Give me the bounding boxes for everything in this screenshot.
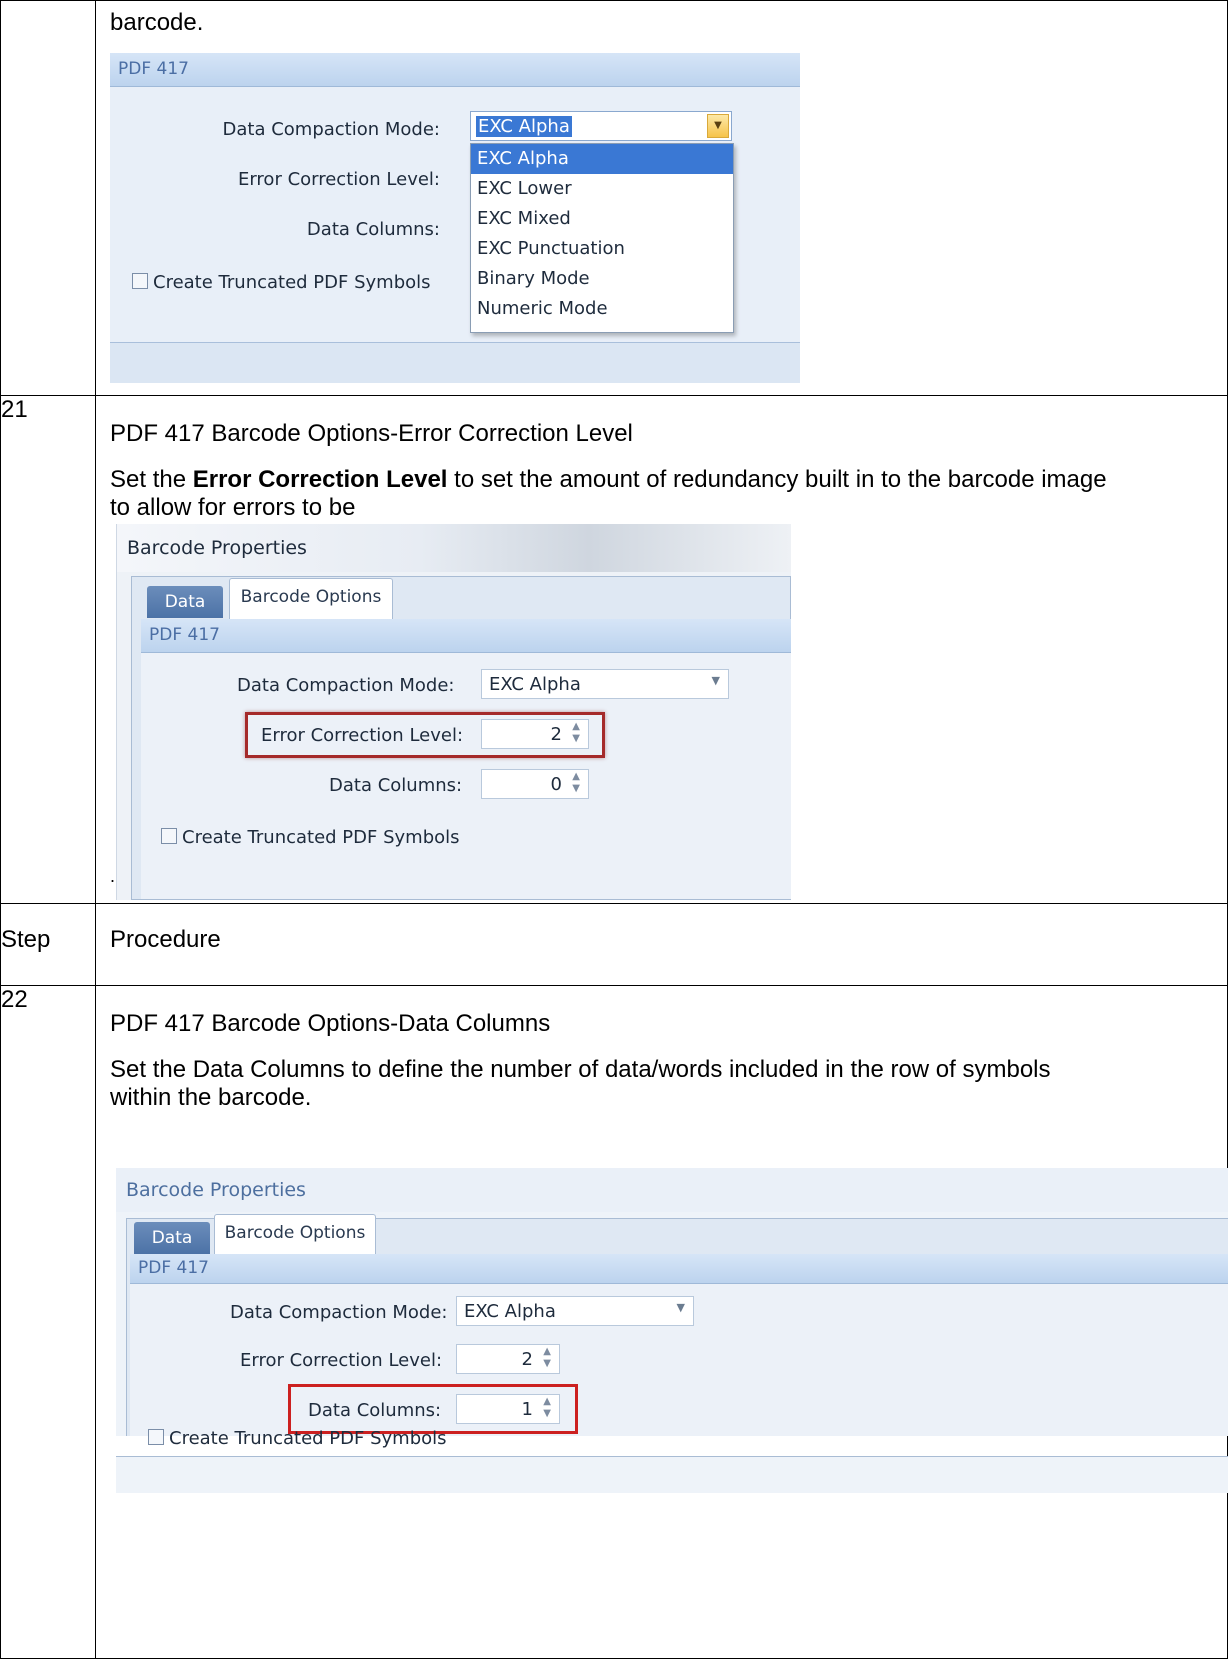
procedure-table: barcode. PDF 417 Data Compaction Mode: E… (0, 0, 1228, 1659)
combo-value: EXC Alpha (476, 116, 572, 137)
dropdown-option[interactable]: Numeric Mode (471, 294, 733, 324)
window-title: Barcode Properties (117, 524, 791, 572)
stray-dot: . (110, 866, 116, 886)
dropdown-option[interactable]: Binary Mode (471, 264, 733, 294)
dropdown-option[interactable]: EXC Mixed (471, 204, 733, 234)
data-compaction-combo[interactable]: EXC Alpha ▼ (456, 1296, 694, 1326)
group-header: PDF 417 (141, 619, 791, 653)
step-title: PDF 417 Barcode Options-Error Correction… (110, 420, 633, 447)
pdf417-options-screenshot: PDF 417 Data Compaction Mode: EXC Alpha … (110, 53, 800, 383)
procedure-cell: PDF 417 Barcode Options-Error Correction… (95, 395, 1228, 904)
spinner-arrows-icon[interactable]: ▲ ▼ (543, 1346, 551, 1370)
error-correction-label: Error Correction Level: (237, 169, 440, 190)
data-columns-label: Data Columns: (306, 219, 440, 240)
table-header-row: Step Procedure (0, 903, 1228, 986)
step-description: Set the Error Correction Level to set th… (110, 466, 1110, 522)
data-compaction-combo[interactable]: EXC Alpha ▼ (470, 111, 732, 141)
tab-content: PDF 417 Data Compaction Mode: EXC Alpha … (141, 619, 791, 899)
spinner-value: 0 (550, 774, 562, 795)
step-header: Step (0, 903, 96, 986)
chevron-down-icon[interactable]: ▼ (712, 674, 720, 687)
checkbox-icon[interactable] (161, 828, 177, 844)
dropdown-option[interactable]: EXC Alpha (471, 144, 733, 174)
data-compaction-label: Data Compaction Mode: (230, 1302, 448, 1323)
error-correction-label: Error Correction Level: (240, 1350, 443, 1371)
step-description: Set the Data Columns to define the numbe… (110, 1056, 1051, 1111)
data-columns-label: Data Columns: (329, 775, 463, 796)
procedure-header-cell: Procedure (95, 903, 1228, 986)
truncated-checkbox[interactable]: Create Truncated PDF Symbols (161, 827, 460, 848)
truncated-checkbox[interactable]: Create Truncated PDF Symbols (148, 1428, 447, 1449)
chevron-down-icon[interactable]: ▼ (677, 1301, 685, 1314)
tab-data[interactable]: Data (147, 586, 223, 618)
dropdown-option[interactable]: EXC Punctuation (471, 234, 733, 264)
tab-barcode-options[interactable]: Barcode Options (229, 578, 393, 619)
procedure-cell: barcode. PDF 417 Data Compaction Mode: E… (95, 0, 1228, 396)
spinner-arrows-icon[interactable]: ▲ ▼ (572, 771, 580, 795)
data-columns-spinner[interactable]: 0 ▲ ▼ (481, 769, 589, 799)
tab-data[interactable]: Data (134, 1222, 210, 1254)
group-header: PDF 417 (110, 53, 800, 87)
procedure-header: Procedure (110, 926, 221, 953)
step-cell (0, 0, 96, 396)
window-title: Barcode Properties (116, 1168, 1228, 1212)
step-number: 21 (0, 395, 96, 904)
dropdown-arrow-icon[interactable]: ▼ (707, 114, 729, 138)
tab-content: PDF 417 Data Compaction Mode: EXC Alpha … (130, 1254, 1228, 1436)
data-compaction-combo[interactable]: EXC Alpha ▼ (481, 669, 729, 699)
error-correction-spinner[interactable]: 2 ▲ ▼ (456, 1344, 560, 1374)
truncated-label: Create Truncated PDF Symbols (153, 272, 431, 293)
step-title: PDF 417 Barcode Options-Data Columns (110, 1010, 551, 1037)
truncated-label: Create Truncated PDF Symbols (182, 827, 460, 848)
highlight-box (245, 712, 605, 758)
table-row: barcode. PDF 417 Data Compaction Mode: E… (0, 0, 1228, 396)
table-row: 21 PDF 417 Barcode Options-Error Correct… (0, 395, 1228, 904)
panel-footer (116, 1456, 1228, 1493)
table-row: 22 PDF 417 Barcode Options-Data Columns … (0, 985, 1228, 1659)
combo-value: EXC Alpha (464, 1301, 556, 1322)
dropdown-list[interactable]: EXC Alpha EXC Lower EXC Mixed EXC Punctuati… (470, 143, 734, 333)
tab-barcode-options[interactable]: Barcode Options (214, 1214, 376, 1255)
barcode-properties-screenshot: Barcode Properties Data Barcode Options … (116, 1168, 1228, 1436)
desc-text: Set the (110, 466, 193, 493)
truncated-label: Create Truncated PDF Symbols (169, 1428, 447, 1449)
checkbox-icon[interactable] (132, 273, 148, 289)
procedure-cell: PDF 417 Barcode Options-Data Columns Set… (95, 985, 1228, 1659)
desc-bold: Error Correction Level (192, 466, 448, 493)
truncated-checkbox[interactable]: Create Truncated PDF Symbols (132, 272, 431, 293)
group-header: PDF 417 (130, 1254, 1228, 1284)
data-compaction-label: Data Compaction Mode: (237, 675, 455, 696)
continuation-text: barcode. (110, 9, 204, 36)
data-compaction-label: Data Compaction Mode: (222, 119, 440, 140)
dropdown-option[interactable]: EXC Lower (471, 174, 733, 204)
barcode-properties-screenshot: Barcode Properties Data Barcode Options … (116, 524, 791, 900)
checkbox-icon[interactable] (148, 1429, 164, 1445)
spinner-value: 2 (521, 1349, 533, 1370)
step-number: 22 (0, 985, 96, 1659)
combo-value: EXC Alpha (489, 674, 581, 695)
truncated-checkbox-row: Create Truncated PDF Symbols (134, 1426, 734, 1456)
